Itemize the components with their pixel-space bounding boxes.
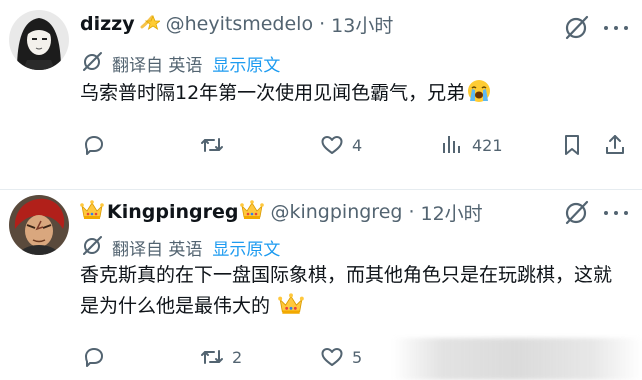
star-emoji-icon — [138, 11, 161, 37]
show-original-link[interactable]: 显示原文 — [212, 51, 280, 76]
action-bar: 4 421 — [80, 131, 625, 159]
tweet-header: dizzy @heyitsmedelo · 13小时 — [80, 9, 393, 39]
reply-button[interactable] — [82, 131, 114, 159]
show-original-link[interactable]: 显示原文 — [212, 235, 280, 260]
retweet-icon — [201, 350, 223, 364]
like-button[interactable]: 5 — [320, 343, 362, 371]
tweet-text-content: 香克斯真的在下一盘国际象棋，而其他角色只是在玩跳棋，这就是为什么他是最伟大的 — [80, 264, 613, 317]
views-icon — [443, 136, 460, 153]
crown-emoji-icon — [80, 199, 104, 225]
separator-dot: · — [408, 201, 415, 223]
tweet-2[interactable]: Kingpingreg @kingpingreg · 12小时 翻译自 英语 显… — [0, 191, 642, 380]
retweet-button[interactable]: 2 — [200, 343, 242, 371]
more-options-icon[interactable] — [604, 16, 628, 40]
tweet-text: 乌索普时隔12年第一次使用见闻色霸气，兄弟 — [80, 78, 625, 113]
like-count: 5 — [352, 347, 363, 367]
tweet-1[interactable]: dizzy @heyitsmedelo · 13小时 翻译自 英语 显示原文 乌… — [0, 0, 642, 190]
reply-icon — [85, 348, 103, 367]
like-button[interactable]: 4 — [320, 131, 362, 159]
share-button[interactable] — [603, 131, 627, 159]
like-count: 4 — [352, 135, 363, 155]
bookmark-button[interactable] — [560, 131, 584, 159]
bookmark-icon — [565, 135, 579, 155]
avatar-dizzy[interactable] — [9, 10, 69, 70]
views-button[interactable]: 421 — [440, 131, 503, 159]
avatar-kingpingreg[interactable] — [9, 195, 69, 255]
reply-button[interactable] — [82, 343, 114, 371]
translation-bar: 翻译自 英语 显示原文 — [82, 50, 280, 77]
tweet-text: 香克斯真的在下一盘国际象棋，而其他角色只是在玩跳棋，这就是为什么他是最伟大的 — [80, 260, 625, 326]
display-name[interactable]: Kingpingreg — [107, 201, 238, 223]
timestamp[interactable]: 13小时 — [331, 11, 393, 38]
tweet-divider — [0, 189, 642, 190]
grok-icon[interactable] — [564, 199, 590, 225]
retweet-count: 2 — [232, 347, 243, 367]
retweet-icon — [201, 138, 223, 152]
blurred-region — [392, 338, 642, 380]
translate-icon — [82, 234, 104, 261]
grok-icon[interactable] — [564, 14, 590, 40]
separator-dot: · — [319, 13, 326, 35]
more-options-icon[interactable] — [604, 201, 628, 225]
crown-emoji-icon — [240, 199, 265, 225]
translation-bar: 翻译自 英语 显示原文 — [82, 234, 280, 261]
retweet-button[interactable] — [200, 131, 232, 159]
translated-from-label: 翻译自 英语 — [112, 240, 203, 260]
views-count: 421 — [472, 135, 503, 155]
heart-icon — [321, 348, 343, 366]
tweet-header: Kingpingreg @kingpingreg · 12小时 — [80, 197, 483, 227]
crying-emoji-icon — [467, 79, 491, 113]
crown-emoji-icon — [278, 292, 304, 326]
user-handle[interactable]: @kingpingreg — [270, 201, 402, 223]
display-name[interactable]: dizzy — [80, 13, 135, 35]
reply-icon — [85, 136, 103, 155]
tweet-text-content: 乌索普时隔12年第一次使用见闻色霸气，兄弟 — [80, 82, 466, 104]
share-icon — [606, 135, 624, 154]
translate-icon — [82, 50, 104, 77]
heart-icon — [321, 136, 343, 154]
translated-from-label: 翻译自 英语 — [112, 56, 203, 76]
user-handle[interactable]: @heyitsmedelo — [166, 13, 313, 35]
timestamp[interactable]: 12小时 — [421, 199, 483, 226]
